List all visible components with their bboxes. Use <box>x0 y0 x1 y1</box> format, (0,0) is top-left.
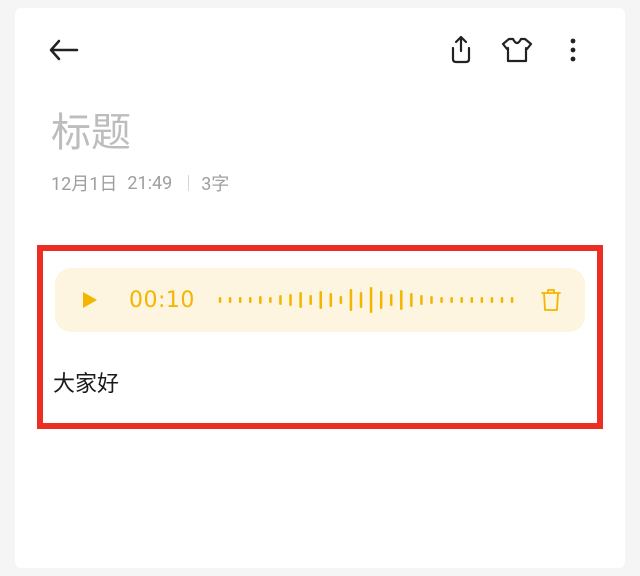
theme-button[interactable] <box>493 30 541 70</box>
waveform-icon <box>215 284 517 316</box>
title-placeholder[interactable]: 标题 <box>15 80 625 162</box>
note-meta: 12月1日 21:49 3字 <box>15 162 625 196</box>
play-button[interactable] <box>75 285 105 315</box>
share-button[interactable] <box>437 30 485 70</box>
note-editor-page: 标题 12月1日 21:49 3字 00:10 <box>15 8 625 568</box>
delete-audio-button[interactable] <box>537 286 565 314</box>
header-bar <box>15 8 625 80</box>
meta-divider <box>188 175 189 191</box>
trash-icon <box>540 288 562 312</box>
play-icon <box>81 290 99 310</box>
meta-char-count: 3字 <box>201 170 229 196</box>
more-vertical-icon <box>569 37 577 63</box>
tshirt-icon <box>501 36 533 64</box>
back-button[interactable] <box>45 31 83 69</box>
note-body-text[interactable]: 大家好 <box>53 366 119 398</box>
more-button[interactable] <box>549 30 597 70</box>
share-icon <box>448 35 474 65</box>
meta-date: 12月1日 <box>51 170 117 196</box>
meta-time: 21:49 <box>127 173 172 194</box>
audio-duration: 00:10 <box>129 288 195 313</box>
audio-waveform[interactable] <box>215 284 517 316</box>
back-arrow-icon <box>49 39 79 61</box>
audio-clip-card[interactable]: 00:10 <box>55 268 585 332</box>
